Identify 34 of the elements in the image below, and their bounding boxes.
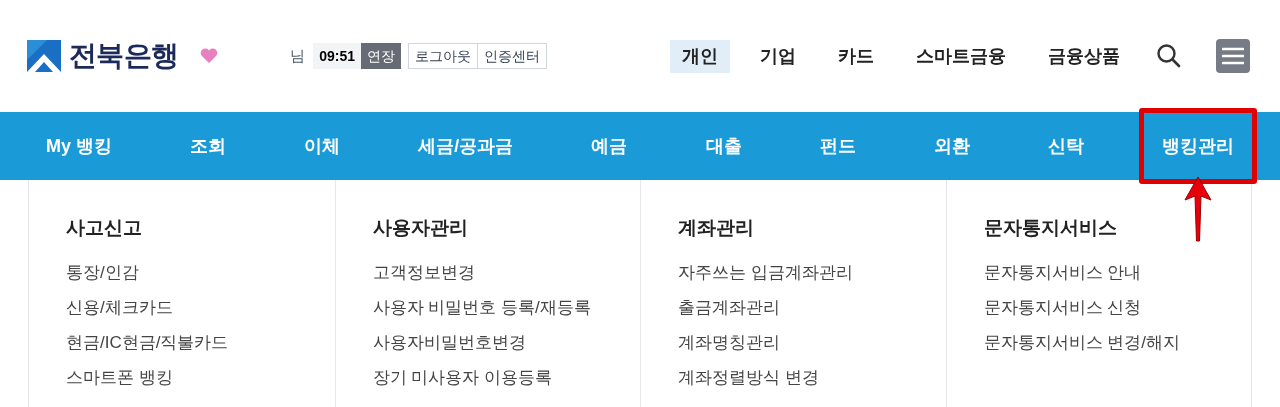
menu-link[interactable]: 문자통지서비스 신청 xyxy=(983,289,1251,325)
menu-link[interactable]: 통장/인감 xyxy=(66,254,335,290)
menu-button[interactable] xyxy=(1216,39,1250,73)
top-nav-tab[interactable]: 개인 xyxy=(670,39,730,73)
menu-link[interactable]: 스마트폰 뱅킹 xyxy=(66,359,335,395)
heart-icon[interactable] xyxy=(200,48,219,64)
bank-logo-text[interactable]: 전북은행 xyxy=(69,35,179,77)
top-nav-tab[interactable]: 기업 xyxy=(748,39,808,73)
menu-link[interactable]: 장기 미사용자 이용등록 xyxy=(372,359,640,395)
menu-heading: 문자통지서비스 xyxy=(983,216,1118,240)
menu-heading: 사용자관리 xyxy=(372,216,469,240)
menu-link[interactable]: 계좌명칭관리 xyxy=(678,324,946,360)
menu-link[interactable]: 현금/IC현금/직불카드 xyxy=(66,324,335,360)
extend-button[interactable]: 연장 xyxy=(361,43,401,69)
user-name-suffix: 님 xyxy=(290,45,306,66)
search-icon[interactable] xyxy=(1156,43,1182,69)
top-nav-tab[interactable]: 스마트금융 xyxy=(904,39,1018,73)
menu-heading: 계좌관리 xyxy=(678,216,755,240)
session-timer: 09:51 xyxy=(313,43,361,69)
menu-link[interactable]: 문자통지서비스 변경/해지 xyxy=(983,324,1251,360)
menu-link[interactable]: 자주쓰는 입금계좌관리 xyxy=(678,254,946,290)
menu-link[interactable]: 문자통지서비스 안내 xyxy=(983,254,1251,290)
arrow-icon xyxy=(1183,176,1212,242)
menu-icon xyxy=(1222,47,1244,65)
top-nav-tab[interactable]: 금융상품 xyxy=(1036,39,1132,73)
menu-heading: 사고신고 xyxy=(66,216,143,240)
menu-link[interactable]: 출금계좌관리 xyxy=(678,289,946,325)
menu-link[interactable]: 사용자 비밀번호 등록/재등록 xyxy=(372,289,640,325)
menu-link[interactable]: 계좌정렬방식 변경 xyxy=(678,359,946,395)
top-nav-tab[interactable]: 카드 xyxy=(826,39,886,73)
menu-link[interactable]: 고객정보변경 xyxy=(372,254,640,290)
menu-link[interactable]: 사용자비밀번호변경 xyxy=(372,324,640,360)
menu-link[interactable]: 신용/체크카드 xyxy=(66,289,335,325)
logo-icon xyxy=(27,40,61,72)
